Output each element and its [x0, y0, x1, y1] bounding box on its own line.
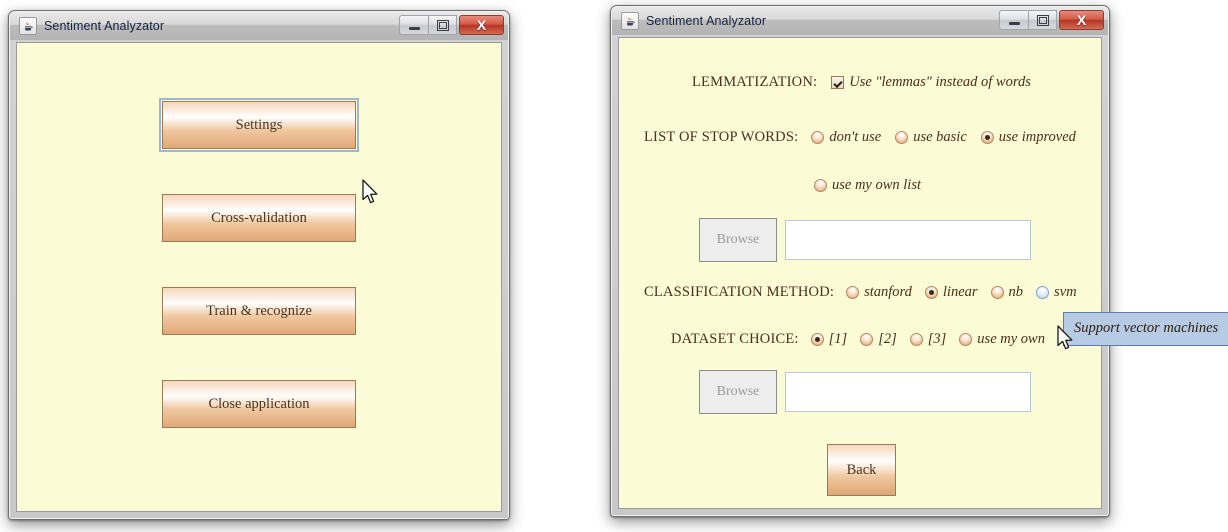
minimize-icon [408, 26, 420, 30]
window-inner: Sentiment Analyzator X LEMMATIZATION: Us… [611, 6, 1109, 516]
stop-words-option-use-improved-label: use improved [998, 129, 1076, 145]
back-button[interactable]: Back [827, 444, 896, 496]
maximize-button[interactable] [1028, 10, 1057, 30]
radio-svm[interactable] [1036, 286, 1050, 299]
dataset-option-2-label: [2] [878, 331, 897, 347]
classification-option-nb-label: nb [1008, 284, 1024, 300]
classification-option-stanford-label: stanford [864, 284, 912, 300]
maximize-icon [1036, 14, 1049, 26]
title-bar[interactable]: Sentiment Analyzator X [612, 7, 1108, 35]
classification-option-svm-label: svm [1054, 284, 1077, 300]
caption-buttons: X [999, 9, 1104, 31]
stop-words-row: LIST OF STOP WORDS: don't use use basic [644, 129, 1076, 146]
stop-words-browse-label: Browse [716, 232, 760, 247]
window-inner: Sentiment Analyzator X Settings Cross-va… [9, 11, 509, 519]
minimize-icon [1008, 21, 1020, 25]
main-menu-client-area: Settings Cross-validation Train & recogn… [16, 42, 502, 512]
radio-dataset-use-my-own[interactable] [959, 333, 973, 346]
radio-dataset-2[interactable] [860, 333, 874, 346]
lemmatization-row: LEMMATIZATION: Use "lemmas" instead of w… [692, 74, 1031, 91]
classification-option-stanford[interactable]: stanford [846, 284, 912, 301]
close-button[interactable]: X [1059, 10, 1104, 30]
dataset-option-3[interactable]: [3] [909, 331, 947, 348]
maximize-icon [436, 19, 449, 31]
dataset-browse-button[interactable]: Browse [699, 370, 777, 414]
cross-validation-button-label: Cross-validation [211, 209, 307, 226]
radio-stanford[interactable] [846, 286, 860, 299]
radio-dont-use[interactable] [811, 131, 825, 144]
stop-words-file-row: Browse [699, 218, 1031, 262]
back-row: Back [827, 444, 896, 496]
svm-tooltip: Support vector machines [1063, 312, 1228, 346]
java-coffee-cup-icon [621, 12, 639, 30]
radio-use-my-own-list[interactable] [814, 179, 827, 192]
stop-words-path-input[interactable] [785, 220, 1031, 260]
main-menu-buttons: Settings Cross-validation Train & recogn… [17, 43, 501, 511]
close-application-button[interactable]: Close application [162, 380, 356, 428]
stop-words-option-use-improved[interactable]: use improved [980, 129, 1076, 146]
svm-tooltip-text: Support vector machines [1074, 320, 1219, 336]
radio-linear[interactable] [924, 286, 938, 299]
close-application-button-label: Close application [208, 395, 310, 412]
use-lemmas-label: Use "lemmas" instead of words [849, 74, 1031, 90]
dataset-option-use-my-own-label: use my own [977, 331, 1045, 347]
cross-validation-button[interactable]: Cross-validation [162, 194, 356, 242]
classification-option-nb[interactable]: nb [990, 284, 1024, 301]
lemmatization-label: LEMMATIZATION: [692, 74, 818, 90]
stop-words-option-use-basic-label: use basic [913, 129, 967, 145]
minimize-button[interactable] [999, 10, 1028, 30]
settings-client-area: LEMMATIZATION: Use "lemmas" instead of w… [618, 37, 1102, 509]
dataset-choice-row: DATASET CHOICE: [1] [2] [3] use my own [671, 331, 1045, 348]
close-icon: X [1076, 12, 1087, 28]
back-button-label: Back [846, 461, 877, 478]
radio-use-basic[interactable] [895, 131, 909, 144]
settings-button[interactable]: Settings [159, 98, 359, 152]
caption-buttons: X [399, 14, 504, 36]
radio-dataset-1[interactable] [810, 333, 824, 346]
minimize-button[interactable] [399, 15, 428, 35]
dataset-file-row: Browse [699, 370, 1031, 414]
main-menu-window[interactable]: Sentiment Analyzator X Settings Cross-va… [8, 10, 510, 520]
close-icon: X [476, 17, 487, 33]
use-lemmas-checkbox-option[interactable]: Use "lemmas" instead of words [831, 74, 1031, 91]
dataset-option-1-label: [1] [828, 331, 848, 347]
close-button[interactable]: X [459, 15, 504, 35]
stop-words-label: LIST OF STOP WORDS: [644, 129, 799, 145]
classification-method-row: CLASSIFICATION METHOD: stanford linear n… [644, 284, 1077, 301]
settings-button-label: Settings [235, 116, 283, 133]
window-title: Sentiment Analyzator [646, 14, 767, 28]
dataset-choice-label: DATASET CHOICE: [671, 331, 799, 347]
stop-words-option-use-basic[interactable]: use basic [895, 129, 967, 146]
settings-window[interactable]: Sentiment Analyzator X LEMMATIZATION: Us… [610, 5, 1110, 517]
java-coffee-cup-icon [19, 17, 37, 35]
classification-option-linear[interactable]: linear [924, 284, 978, 301]
stop-words-browse-button[interactable]: Browse [699, 218, 777, 262]
stop-words-option-use-my-own-list-label: use my own list [832, 177, 922, 193]
use-lemmas-checkbox[interactable] [831, 76, 845, 89]
maximize-button[interactable] [428, 15, 457, 35]
title-bar[interactable]: Sentiment Analyzator X [10, 12, 508, 40]
settings-form: LEMMATIZATION: Use "lemmas" instead of w… [619, 38, 1101, 508]
classification-method-label: CLASSIFICATION METHOD: [644, 284, 835, 300]
dataset-option-use-my-own[interactable]: use my own [959, 331, 1045, 348]
train-and-recognize-button[interactable]: Train & recognize [162, 287, 356, 335]
train-and-recognize-button-label: Train & recognize [206, 302, 312, 319]
window-title: Sentiment Analyzator [44, 19, 165, 33]
radio-nb[interactable] [990, 286, 1004, 299]
stop-words-option-dont-use[interactable]: don't use [811, 129, 881, 146]
stop-words-option-dont-use-label: don't use [829, 129, 882, 145]
classification-option-linear-label: linear [942, 284, 978, 300]
dataset-path-input[interactable] [785, 372, 1031, 412]
dataset-browse-label: Browse [716, 384, 760, 399]
radio-use-improved[interactable] [980, 131, 994, 144]
radio-dataset-3[interactable] [909, 333, 923, 346]
dataset-option-3-label: [3] [927, 331, 947, 347]
dataset-option-2[interactable]: [2] [860, 331, 897, 348]
dataset-option-1[interactable]: [1] [810, 331, 848, 348]
classification-option-svm[interactable]: svm [1036, 284, 1077, 301]
stop-words-option-use-my-own-list[interactable]: use my own list [814, 177, 921, 194]
stop-words-own-row: use my own list [814, 177, 921, 194]
